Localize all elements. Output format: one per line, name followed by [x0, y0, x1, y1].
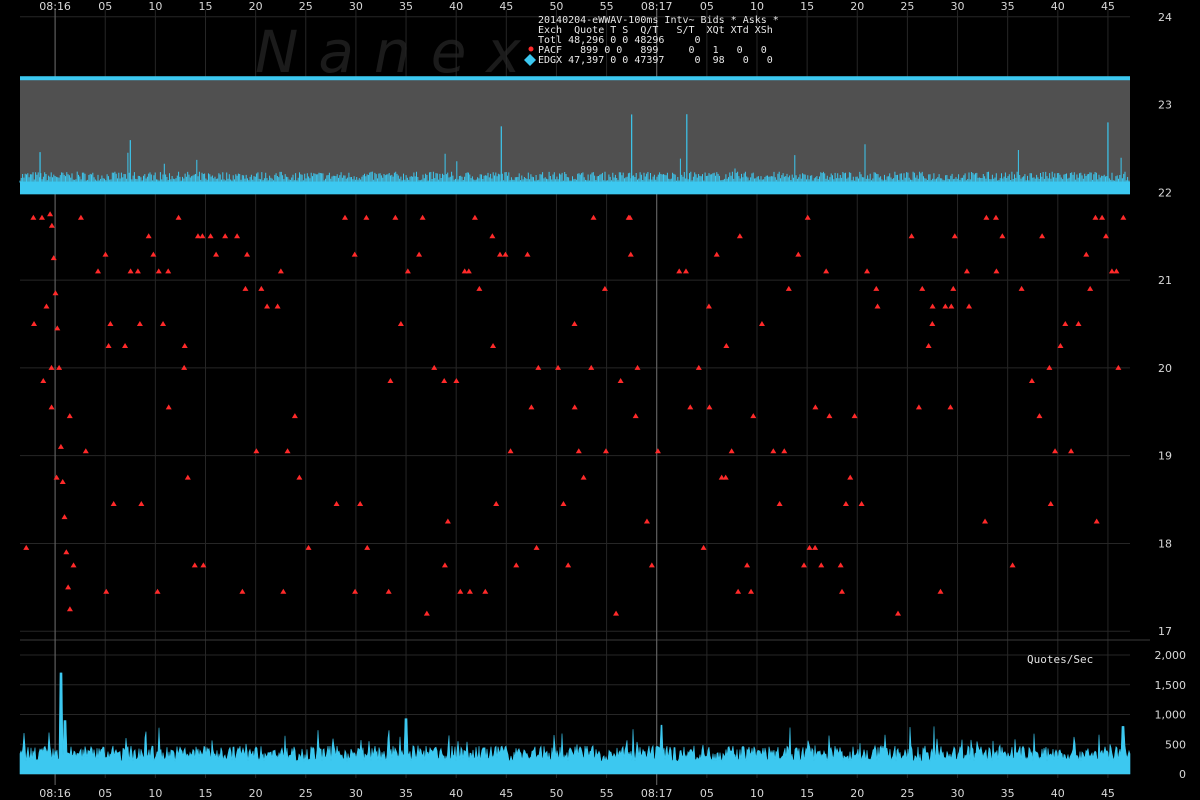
time-tick-label: 08:17 [641, 0, 673, 13]
price-tick-label: 19 [1158, 450, 1172, 463]
time-tick-label: 15 [800, 0, 814, 13]
time-tick-label: 35 [1001, 787, 1015, 800]
time-tick-label: 25 [299, 787, 313, 800]
watermark-text: Nanex [255, 18, 541, 86]
time-tick-label: 10 [148, 787, 162, 800]
edgx-bid-fill [20, 181, 1130, 195]
rate-tick-label: 1,500 [1155, 679, 1187, 692]
edgx-quote-band [19, 76, 1130, 195]
time-tick-label: 40 [449, 787, 463, 800]
rate-tick-label: 500 [1165, 738, 1186, 751]
time-tick-label: 50 [549, 0, 563, 13]
time-tick-label: 08:16 [39, 787, 71, 800]
price-tick-label: 23 [1158, 99, 1172, 112]
time-tick-label: 40 [449, 0, 463, 13]
time-tick-label: 25 [900, 787, 914, 800]
time-tick-label: 25 [900, 0, 914, 13]
rate-tick-label: 2,000 [1155, 649, 1187, 662]
edgx-ask-line [20, 76, 1130, 81]
time-tick-label: 05 [700, 787, 714, 800]
time-tick-label: 10 [750, 0, 764, 13]
time-tick-label: 30 [349, 787, 363, 800]
time-tick-label: 45 [499, 0, 513, 13]
time-tick-label: 30 [349, 0, 363, 13]
time-tick-label: 35 [399, 0, 413, 13]
time-tick-label: 20 [249, 787, 263, 800]
time-tick-label: 30 [951, 0, 965, 13]
time-tick-label: 08:16 [39, 0, 71, 13]
time-tick-label: 30 [951, 787, 965, 800]
price-tick-label: 21 [1158, 274, 1172, 287]
time-tick-label: 50 [549, 787, 563, 800]
time-tick-label: 40 [1051, 787, 1065, 800]
time-tick-label: 10 [148, 0, 162, 13]
time-tick-label: 25 [299, 0, 313, 13]
time-tick-label: 40 [1051, 0, 1065, 13]
time-tick-label: 08:17 [641, 787, 673, 800]
time-tick-label: 20 [850, 0, 864, 13]
edgx-band-fill [20, 78, 1130, 193]
rate-tick-label: 0 [1179, 768, 1186, 781]
price-tick-label: 20 [1158, 362, 1172, 375]
legend-row-edgx: EDGX 47,397 0 0 47397 0 98 0 0 [538, 55, 773, 66]
time-tick-label: 45 [1101, 0, 1115, 13]
time-tick-label: 05 [98, 0, 112, 13]
rate-tick-label: 1,000 [1155, 709, 1187, 722]
time-tick-label: 45 [1101, 787, 1115, 800]
time-tick-label: 20 [850, 787, 864, 800]
time-tick-label: 05 [98, 787, 112, 800]
price-tick-label: 17 [1158, 625, 1172, 638]
time-tick-label: 15 [199, 0, 213, 13]
time-tick-label: 20 [249, 0, 263, 13]
pacf-legend-marker [528, 46, 534, 52]
time-tick-label: 55 [600, 787, 614, 800]
price-tick-label: 22 [1158, 186, 1172, 199]
time-tick-label: 35 [399, 787, 413, 800]
time-tick-label: 05 [700, 0, 714, 13]
time-tick-label: 35 [1001, 0, 1015, 13]
chart-canvas: Nanex 08:16 05 10 15 20 25 30 35 40 45 50 55 08:17 05… [0, 0, 1200, 800]
time-tick-label: 45 [499, 787, 513, 800]
time-tick-label: 10 [750, 787, 764, 800]
time-tick-label: 15 [800, 787, 814, 800]
time-tick-label: 15 [199, 787, 213, 800]
time-tick-label: 55 [600, 0, 614, 13]
price-tick-label: 24 [1158, 11, 1172, 24]
price-tick-label: 18 [1158, 537, 1172, 550]
quote-rate-label: Quotes/Sec [1027, 653, 1093, 666]
